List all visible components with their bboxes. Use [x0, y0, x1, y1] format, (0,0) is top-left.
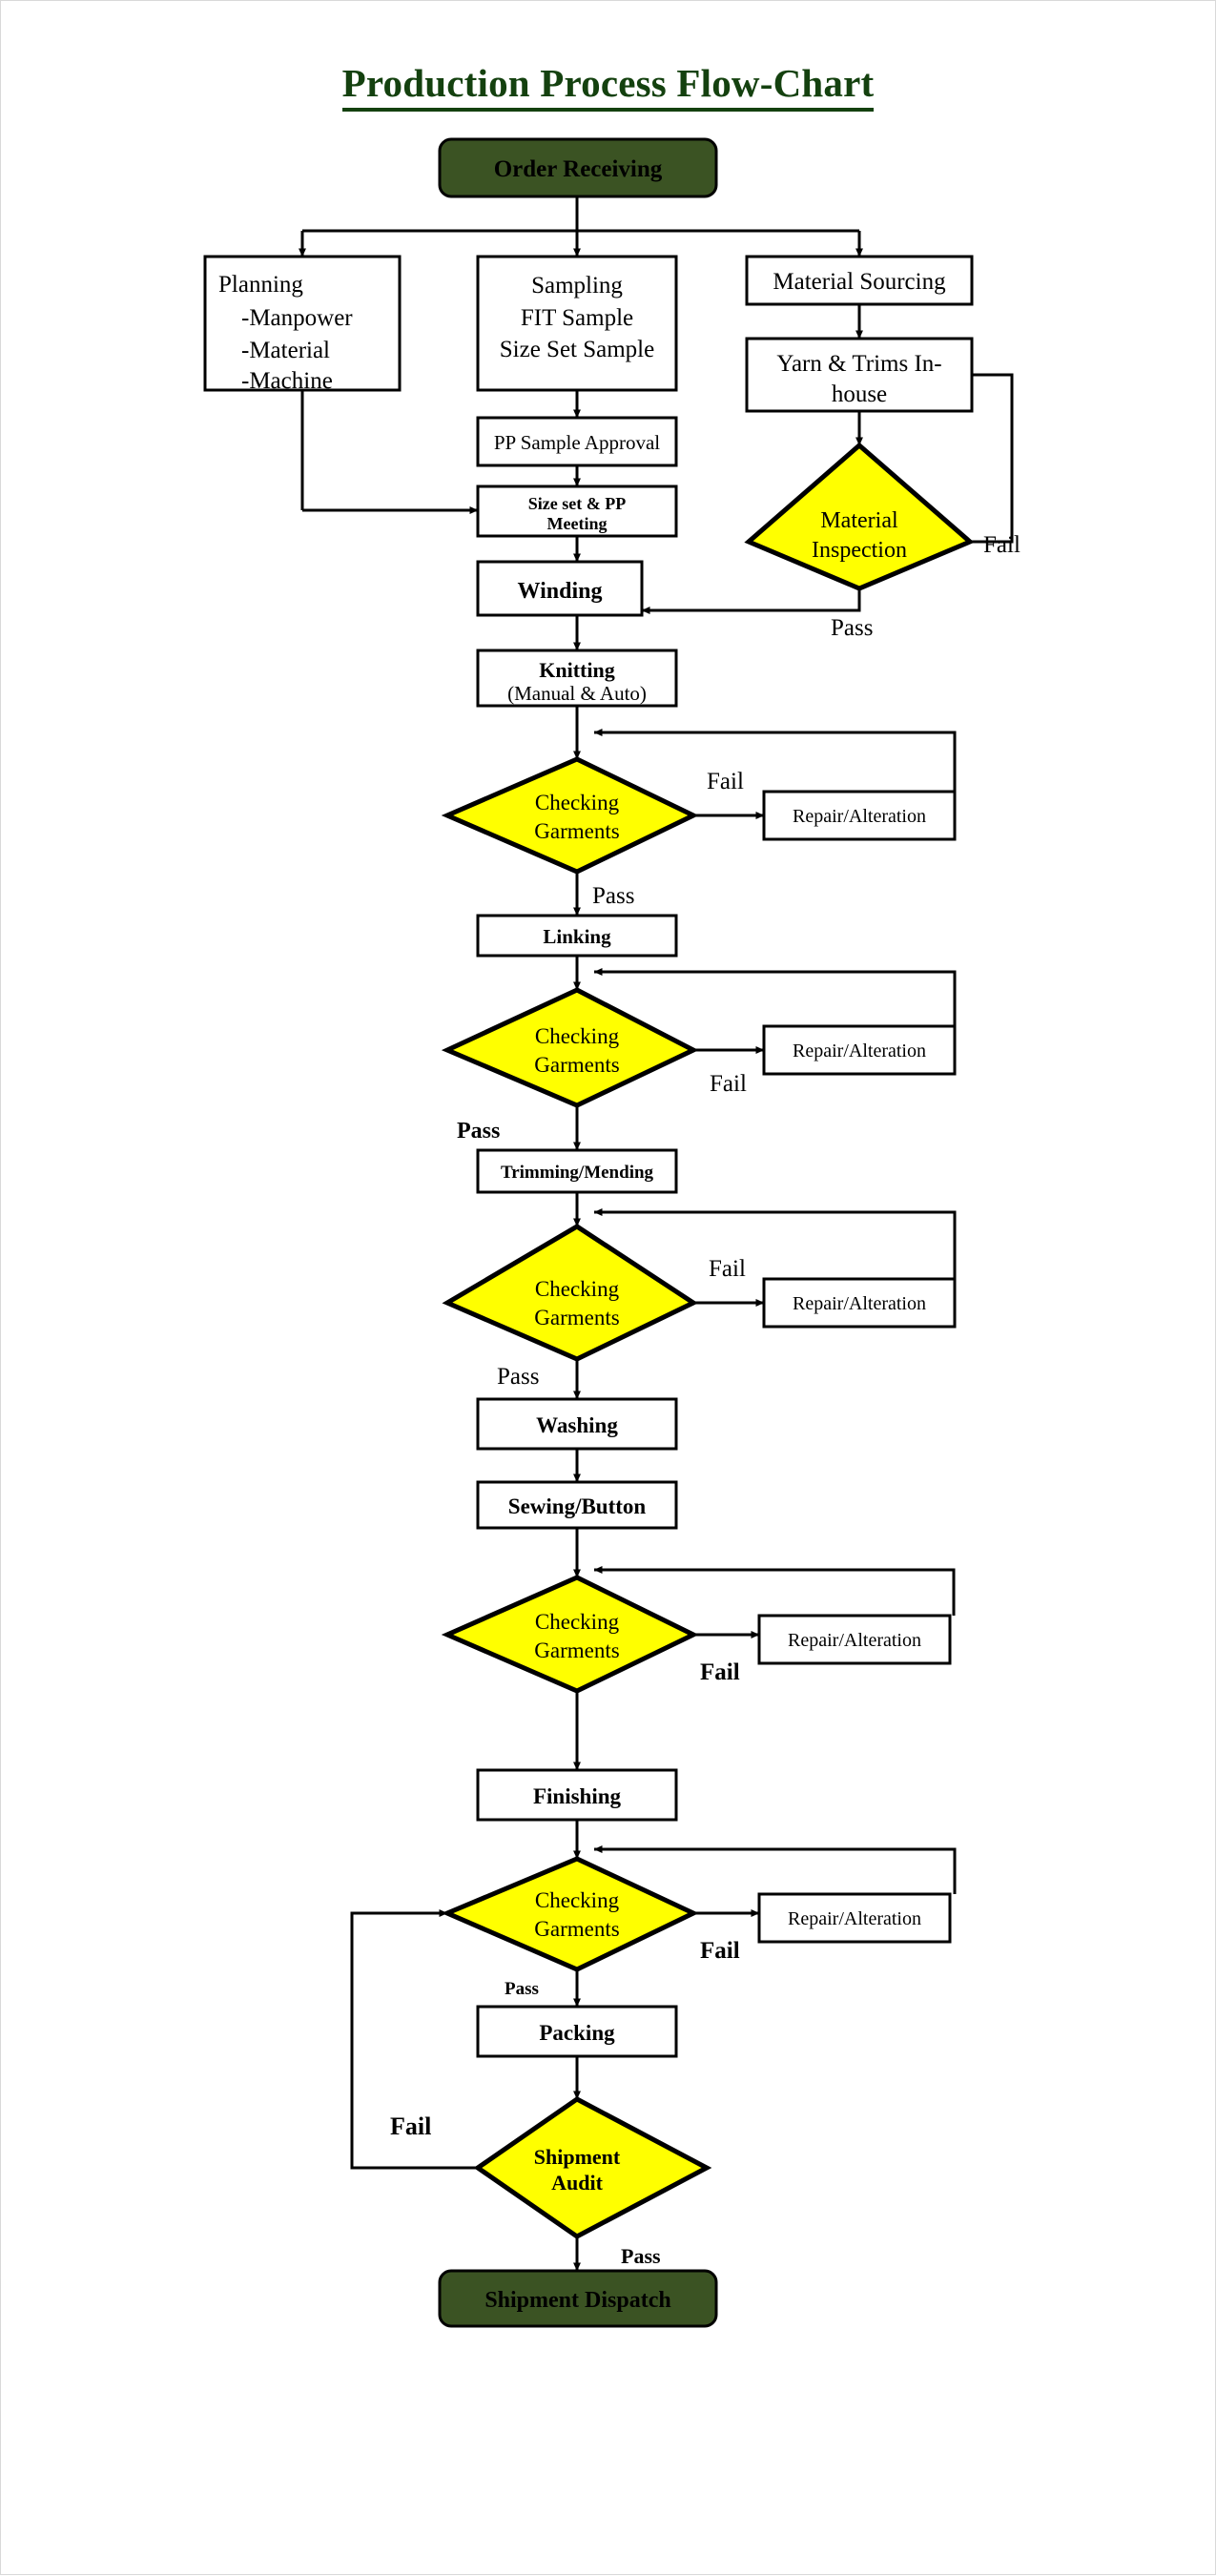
label-checking3-pass: Pass	[497, 1364, 539, 1390]
order-receiving-label: Order Receiving	[494, 156, 663, 182]
node-repair-alteration-2[interactable]: Repair/Alteration	[762, 1024, 957, 1076]
label-material-inspection-pass: Pass	[831, 615, 873, 641]
label-checking5-fail: Fail	[700, 1938, 740, 1964]
flowchart-canvas: Order Receiving Planning -Manpower -Mate…	[203, 137, 1020, 2328]
node-linking[interactable]: Linking	[476, 914, 678, 958]
label-checking3-fail: Fail	[709, 1256, 746, 1282]
label-checking1-pass: Pass	[592, 883, 634, 909]
material-inspection-line-1: Material	[820, 508, 898, 533]
label-checking5-pass: Pass	[505, 1979, 539, 1999]
node-repair-alteration-1[interactable]: Repair/Alteration	[762, 790, 957, 841]
checking1-line-1: Checking	[535, 791, 620, 814]
packing-label: Packing	[539, 2021, 615, 2045]
shipment-audit-line-2: Audit	[551, 2171, 603, 2195]
node-checking-garments-1[interactable]: Checking Garments	[441, 756, 699, 875]
node-repair-alteration-4[interactable]: Repair/Alteration	[757, 1614, 952, 1665]
sampling-line-1: FIT Sample	[521, 305, 633, 331]
knitting-line-1: Knitting	[539, 658, 614, 682]
sampling-line-0: Sampling	[531, 273, 623, 299]
node-material-sourcing[interactable]: Material Sourcing	[745, 255, 974, 306]
planning-item-2: -Machine	[241, 368, 333, 394]
label-shipment-audit-fail: Fail	[390, 2112, 431, 2140]
node-shipment-audit[interactable]: Shipment Audit	[473, 2096, 712, 2239]
repair2-label: Repair/Alteration	[793, 1041, 926, 1061]
repair5-label: Repair/Alteration	[788, 1908, 921, 1929]
material-inspection-line-2: Inspection	[812, 538, 907, 563]
node-trimming-mending[interactable]: Trimming/Mending	[476, 1148, 678, 1194]
checking4-line-1: Checking	[535, 1610, 620, 1634]
node-checking-garments-3[interactable]: Checking Garments	[442, 1224, 699, 1362]
sewing-button-label: Sewing/Button	[508, 1494, 647, 1518]
node-planning[interactable]: Planning -Manpower -Material -Machine	[203, 255, 402, 394]
checking5-line-2: Garments	[534, 1917, 619, 1941]
node-checking-garments-5[interactable]: Checking Garments	[441, 1856, 699, 1972]
shipment-dispatch-label: Shipment Dispatch	[484, 2288, 670, 2313]
node-yarn-trims-inhouse[interactable]: Yarn & Trims In- house	[745, 337, 974, 413]
node-checking-garments-4[interactable]: Checking Garments	[441, 1575, 699, 1694]
winding-label: Winding	[518, 579, 603, 604]
repair4-label: Repair/Alteration	[788, 1630, 921, 1651]
edge-inspection-pass-to-winding	[641, 588, 861, 614]
edge-repair5-return	[593, 1845, 957, 1894]
node-repair-alteration-3[interactable]: Repair/Alteration	[762, 1277, 957, 1329]
checking3-line-1: Checking	[535, 1277, 620, 1301]
node-material-inspection[interactable]: Material Inspection	[744, 442, 975, 591]
finishing-label: Finishing	[533, 1784, 622, 1808]
node-sewing-button[interactable]: Sewing/Button	[476, 1480, 678, 1530]
repair1-label: Repair/Alteration	[793, 806, 926, 827]
label-checking4-fail: Fail	[700, 1659, 740, 1685]
checking1-line-2: Garments	[534, 819, 619, 843]
washing-label: Washing	[536, 1413, 618, 1437]
shipment-audit-line-1: Shipment	[534, 2145, 621, 2169]
material-sourcing-label: Material Sourcing	[773, 269, 946, 295]
label-checking2-pass: Pass	[457, 1119, 500, 1144]
node-repair-alteration-5[interactable]: Repair/Alteration	[757, 1892, 952, 1944]
label-checking2-fail: Fail	[710, 1071, 747, 1097]
node-shipment-dispatch[interactable]: Shipment Dispatch	[438, 2269, 718, 2328]
checking2-line-1: Checking	[535, 1024, 620, 1048]
node-sampling[interactable]: Sampling FIT Sample Size Set Sample	[476, 255, 678, 392]
node-pp-sample-approval[interactable]: PP Sample Approval	[476, 416, 678, 467]
checking5-line-1: Checking	[535, 1888, 620, 1912]
label-shipment-audit-pass: Pass	[621, 2244, 661, 2268]
size-set-line-2: Meeting	[547, 514, 608, 533]
sampling-line-2: Size Set Sample	[500, 337, 654, 362]
node-size-set-pp-meeting[interactable]: Size set & PP Meeting	[476, 484, 678, 538]
yarn-trims-line-1: Yarn & Trims In-	[776, 351, 941, 377]
node-washing[interactable]: Washing	[476, 1397, 678, 1451]
page-canvas: Production Process Flow-Chart Order Rece…	[0, 0, 1216, 2575]
planning-item-1: -Material	[241, 338, 330, 363]
node-finishing[interactable]: Finishing	[476, 1768, 678, 1822]
size-set-line-1: Size set & PP	[528, 494, 626, 513]
trimming-mending-label: Trimming/Mending	[501, 1163, 654, 1183]
node-order-receiving[interactable]: Order Receiving	[438, 137, 718, 198]
checking3-line-2: Garments	[534, 1306, 619, 1329]
node-checking-garments-2[interactable]: Checking Garments	[441, 987, 699, 1108]
node-winding[interactable]: Winding	[476, 560, 644, 617]
checking4-line-2: Garments	[534, 1638, 619, 1662]
label-material-inspection-fail: Fail	[983, 532, 1020, 558]
pp-sample-approval-label: PP Sample Approval	[494, 431, 660, 454]
edge-repair4-return	[593, 1566, 956, 1616]
node-packing[interactable]: Packing	[476, 2005, 678, 2058]
linking-label: Linking	[543, 925, 611, 948]
node-knitting[interactable]: Knitting (Manual & Auto)	[476, 649, 678, 708]
repair3-label: Repair/Alteration	[793, 1293, 926, 1314]
knitting-line-2: (Manual & Auto)	[507, 682, 647, 705]
planning-title: Planning	[218, 272, 303, 298]
label-checking1-fail: Fail	[707, 769, 744, 794]
checking2-line-2: Garments	[534, 1053, 619, 1077]
planning-item-0: -Manpower	[241, 305, 353, 331]
yarn-trims-line-2: house	[832, 381, 887, 407]
